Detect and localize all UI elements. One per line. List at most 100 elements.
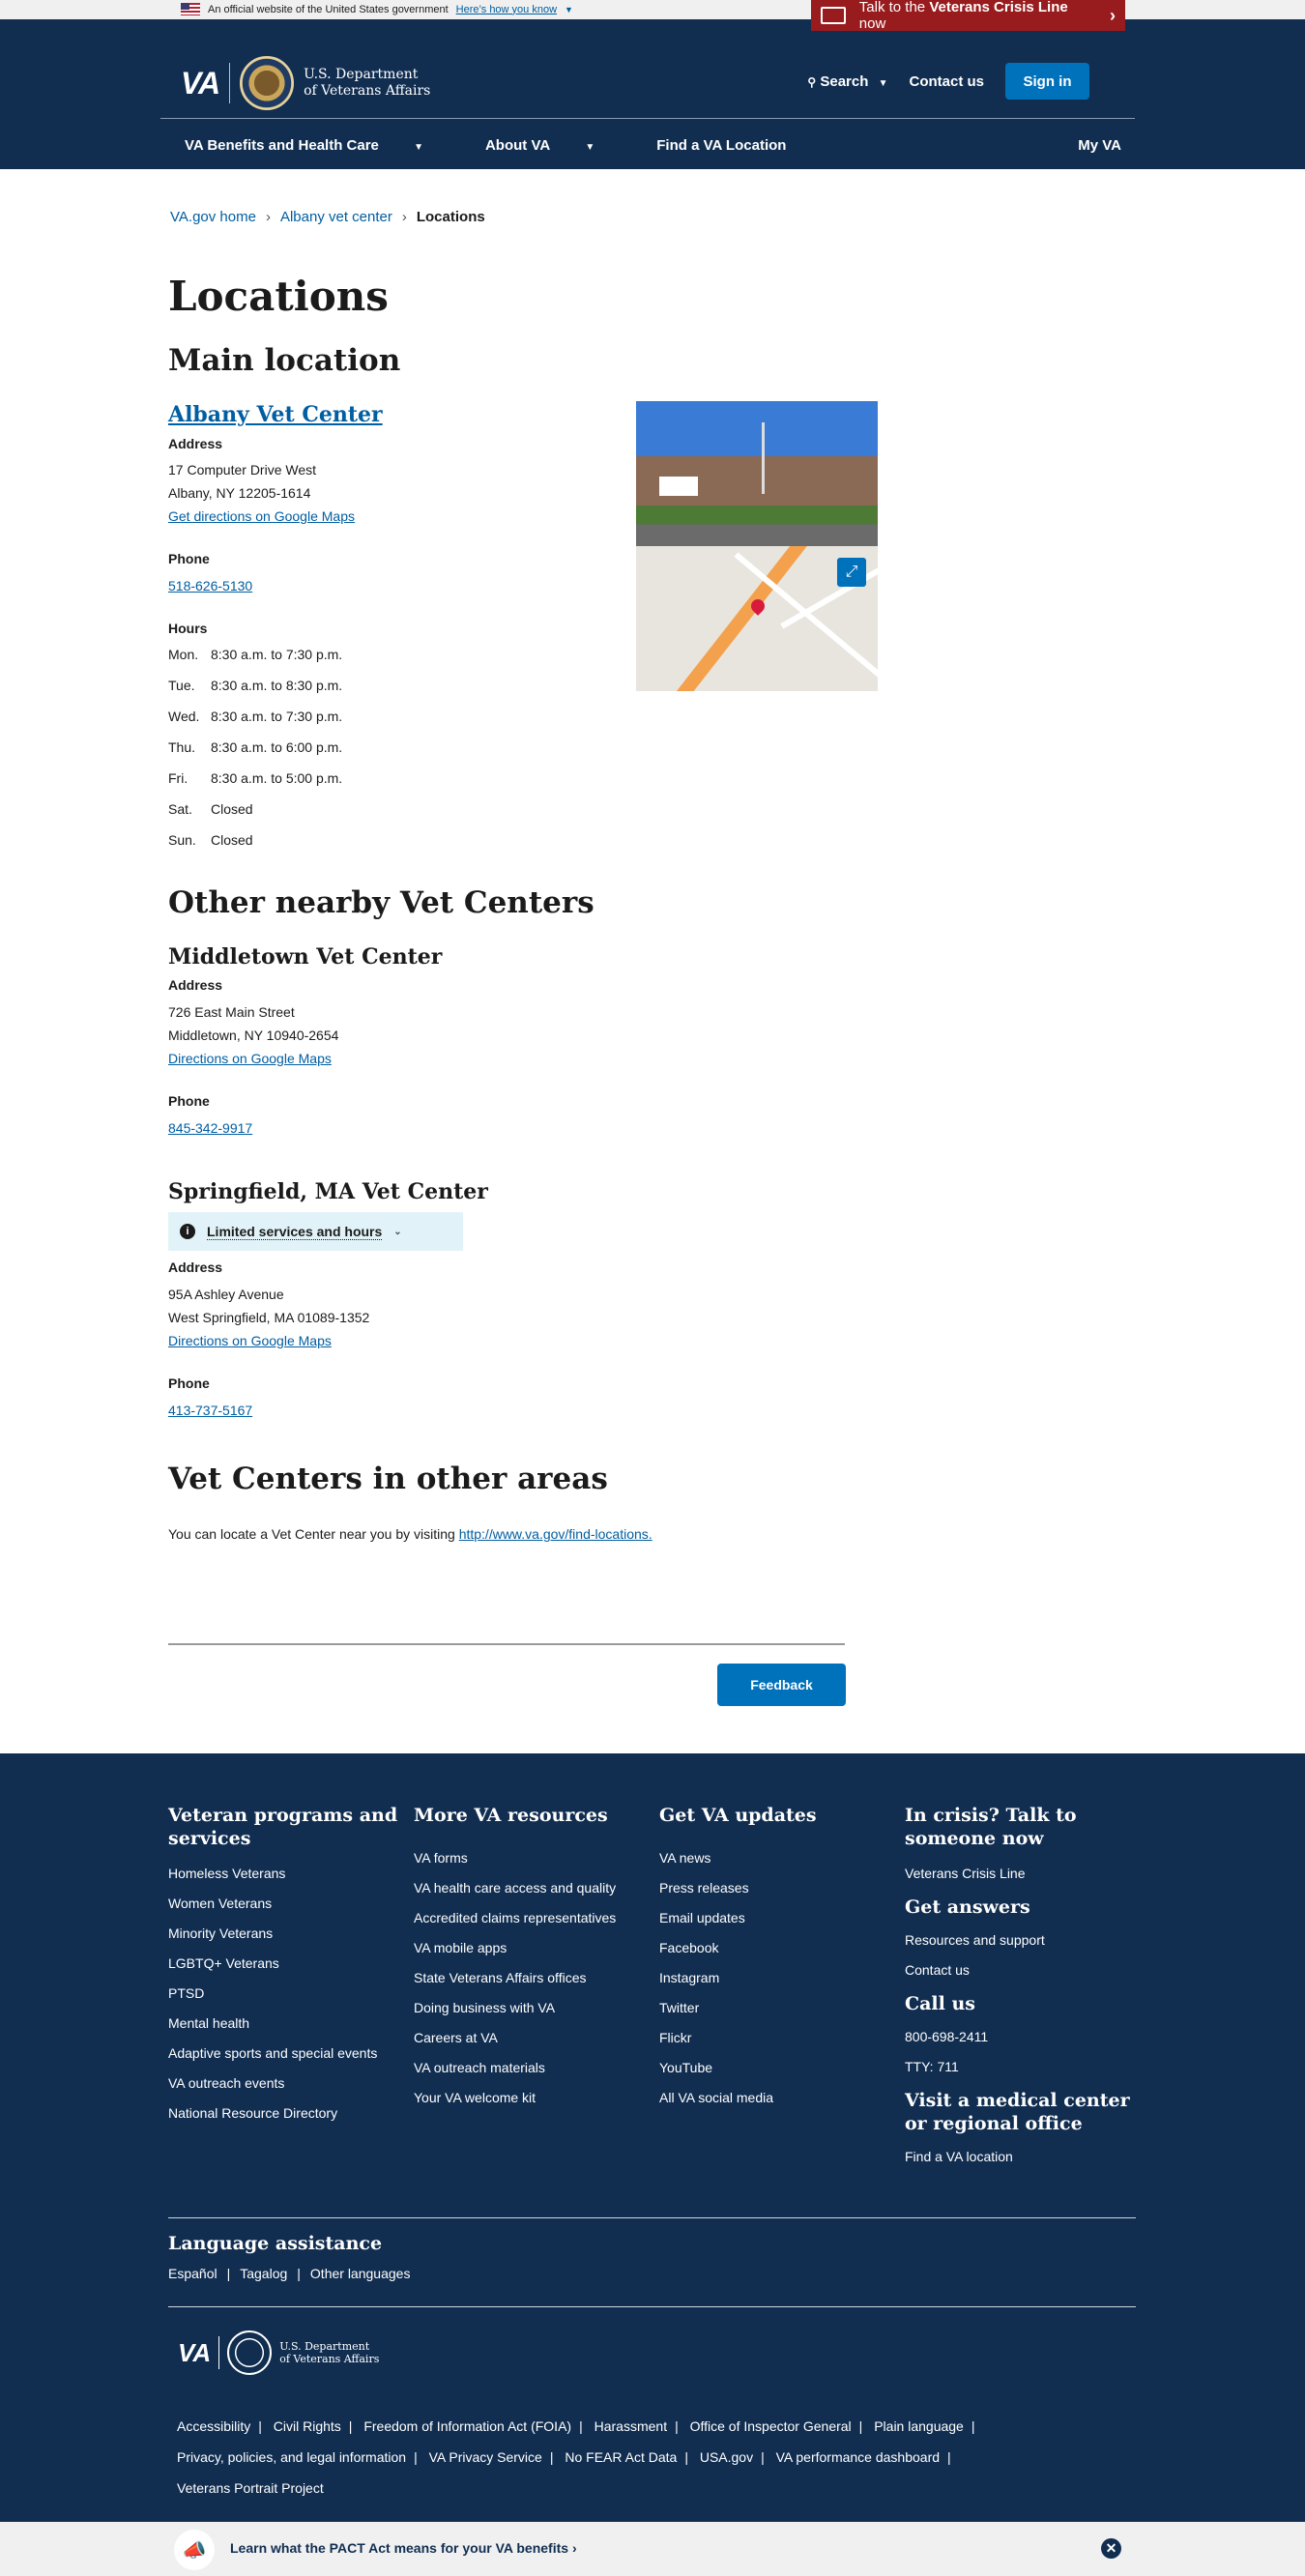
footer-heading: Get answers	[905, 1896, 1030, 1918]
phone-link[interactable]: 845-342-9917	[168, 1120, 252, 1136]
albany-vet-center-link[interactable]: Albany Vet Center	[168, 402, 383, 427]
megaphone-icon: 📣	[174, 2530, 215, 2570]
main-location-heading: Main location	[168, 343, 401, 378]
footer-link[interactable]: Your VA welcome kit	[414, 2090, 646, 2105]
search-button[interactable]: ⚲ Search ▼	[807, 73, 887, 90]
footer-link[interactable]: Accredited claims representatives	[414, 1910, 646, 1925]
footer-link[interactable]: Flickr	[659, 2030, 891, 2045]
nav-about[interactable]: About VA ▼	[485, 137, 625, 154]
legal-link[interactable]: Freedom of Information Act (FOIA)	[363, 2418, 571, 2434]
footer-link[interactable]: Homeless Veterans	[168, 1866, 400, 1881]
footer-link[interactable]: VA outreach events	[168, 2075, 400, 2091]
official-text: An official website of the United States…	[208, 3, 449, 15]
page-title: Locations	[168, 273, 389, 320]
footer-link[interactable]: LGBTQ+ Veterans	[168, 1955, 400, 1971]
language-links: Español | Tagalog | Other languages	[168, 2266, 411, 2281]
footer-link[interactable]: State Veterans Affairs offices	[414, 1970, 646, 1985]
footer-col-updates: Get VA updates VA news Press releases Em…	[659, 1804, 891, 2120]
contact-us-link[interactable]: Contact us	[909, 73, 984, 90]
phone-link[interactable]: 413-737-5167	[168, 1403, 252, 1418]
nav-find-location[interactable]: Find a VA Location	[656, 137, 786, 154]
directions-link[interactable]: Get directions on Google Maps	[168, 508, 355, 524]
footer-link[interactable]: Facebook	[659, 1940, 891, 1955]
crisis-line-button[interactable]: Talk to the Veterans Crisis Line now ›	[811, 0, 1125, 32]
va-seal-icon	[227, 2330, 273, 2375]
address-line1: 726 East Main Street	[168, 1004, 295, 1020]
phone-label: Phone	[168, 551, 210, 566]
legal-link[interactable]: No FEAR Act Data	[565, 2449, 677, 2465]
nearby-heading: Other nearby Vet Centers	[168, 885, 594, 920]
footer-link[interactable]: YouTube	[659, 2060, 891, 2075]
footer-col-programs: Veteran programs and services Homeless V…	[168, 1804, 400, 2135]
phone-link[interactable]: 518-626-5130	[168, 578, 252, 593]
phone-link[interactable]: 800-698-2411	[905, 2029, 1137, 2044]
find-locations-link[interactable]: http://www.va.gov/find-locations.	[459, 1526, 652, 1542]
how-you-know-link[interactable]: Here’s how you know	[456, 4, 557, 15]
nav-benefits[interactable]: VA Benefits and Health Care ▼	[185, 137, 454, 154]
site-footer: Veteran programs and services Homeless V…	[0, 1753, 1305, 2522]
crisis-post: now	[858, 15, 886, 32]
legal-link[interactable]: Harassment	[594, 2418, 667, 2434]
find-location-link[interactable]: Find a VA location	[905, 2149, 1137, 2164]
footer-link[interactable]: Instagram	[659, 1970, 891, 1985]
limited-services-alert[interactable]: i Limited services and hours ⌄	[168, 1212, 463, 1251]
footer-link[interactable]: VA outreach materials	[414, 2060, 646, 2075]
directions-link[interactable]: Directions on Google Maps	[168, 1051, 332, 1066]
footer-va-logo[interactable]: VA U.S. Department of Veterans Affairs	[178, 2330, 379, 2375]
close-icon[interactable]: ✕	[1101, 2538, 1121, 2559]
legal-link[interactable]: VA Privacy Service	[429, 2449, 542, 2465]
legal-link[interactable]: USA.gov	[700, 2449, 753, 2465]
va-wordmark: VA	[181, 65, 220, 101]
footer-link[interactable]: VA news	[659, 1850, 891, 1866]
crisis-pre: Talk to the	[858, 0, 926, 15]
footer-link[interactable]: Women Veterans	[168, 1896, 400, 1911]
legal-link[interactable]: Privacy, policies, and legal information	[177, 2449, 406, 2465]
legal-link[interactable]: Plain language	[874, 2418, 964, 2434]
footer-link[interactable]: Contact us	[905, 1962, 1137, 1978]
expand-map-icon[interactable]: ⤢	[837, 558, 866, 587]
chevron-right-icon: ›	[1110, 5, 1116, 25]
footer-link[interactable]: Minority Veterans	[168, 1925, 400, 1941]
tty-link[interactable]: TTY: 711	[905, 2059, 1137, 2074]
address-line1: 17 Computer Drive West	[168, 462, 317, 478]
footer-link[interactable]: VA health care access and quality	[414, 1880, 646, 1896]
facility-map[interactable]: ⤢	[636, 546, 878, 691]
footer-divider	[168, 2306, 1136, 2307]
feedback-button[interactable]: Feedback	[717, 1664, 846, 1706]
legal-link[interactable]: Accessibility	[177, 2418, 250, 2434]
lang-espanol[interactable]: Español	[168, 2266, 218, 2281]
breadcrumb-albany[interactable]: Albany vet center	[280, 209, 392, 225]
crisis-line-link[interactable]: Veterans Crisis Line	[905, 1866, 1137, 1881]
directions-link[interactable]: Directions on Google Maps	[168, 1333, 332, 1348]
legal-link[interactable]: Civil Rights	[274, 2418, 341, 2434]
breadcrumb-home[interactable]: VA.gov home	[170, 209, 256, 225]
lang-other[interactable]: Other languages	[310, 2266, 411, 2281]
header-divider	[160, 118, 1135, 119]
footer-link[interactable]: National Resource Directory	[168, 2105, 400, 2121]
footer-link[interactable]: Press releases	[659, 1880, 891, 1896]
footer-link[interactable]: Careers at VA	[414, 2030, 646, 2045]
footer-link[interactable]: Doing business with VA	[414, 2000, 646, 2015]
my-va-link[interactable]: My VA	[1078, 137, 1121, 154]
footer-link[interactable]: Mental health	[168, 2015, 400, 2031]
footer-link[interactable]: PTSD	[168, 1985, 400, 2001]
footer-link[interactable]: All VA social media	[659, 2090, 891, 2105]
footer-col-contact: In crisis? Talk to someone now Veterans …	[905, 1804, 1137, 2179]
legal-link[interactable]: Veterans Portrait Project	[177, 2480, 324, 2496]
footer-link[interactable]: Email updates	[659, 1910, 891, 1925]
va-logo[interactable]: VA U.S. Department of Veterans Affairs	[181, 56, 430, 110]
address-label: Address	[168, 436, 223, 451]
footer-divider	[168, 2217, 1136, 2218]
sign-in-button[interactable]: Sign in	[1005, 63, 1089, 100]
lang-tagalog[interactable]: Tagalog	[240, 2266, 287, 2281]
footer-link[interactable]: Adaptive sports and special events	[168, 2045, 400, 2061]
dept-name: U.S. Department of Veterans Affairs	[304, 67, 431, 99]
footer-link[interactable]: VA forms	[414, 1850, 646, 1866]
footer-link[interactable]: VA mobile apps	[414, 1940, 646, 1955]
legal-link[interactable]: Office of Inspector General	[690, 2418, 852, 2434]
va-seal-icon	[240, 56, 295, 110]
footer-link[interactable]: Twitter	[659, 2000, 891, 2015]
pact-act-link[interactable]: Learn what the PACT Act means for your V…	[230, 2540, 577, 2556]
legal-link[interactable]: VA performance dashboard	[776, 2449, 940, 2465]
footer-link[interactable]: Resources and support	[905, 1932, 1137, 1948]
